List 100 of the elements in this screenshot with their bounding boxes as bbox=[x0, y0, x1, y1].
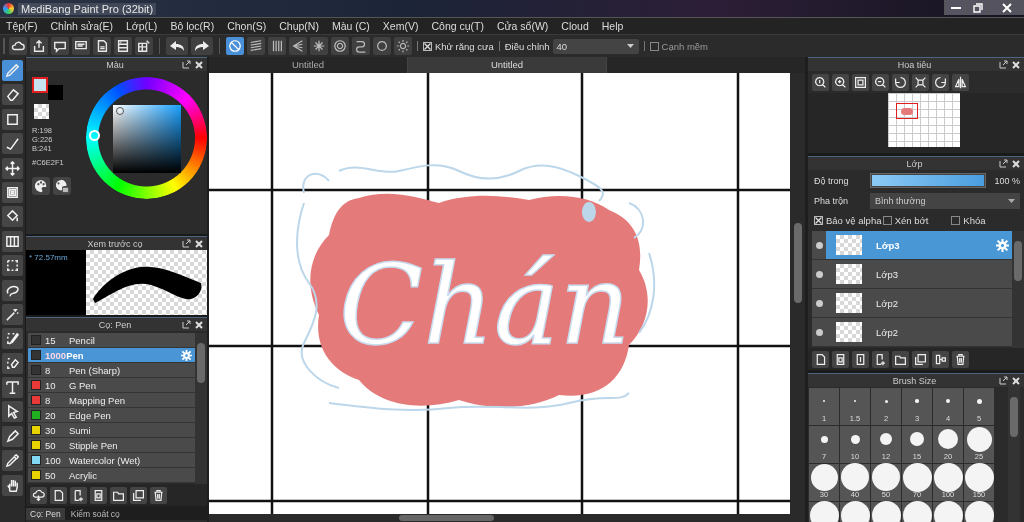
tool-button[interactable] bbox=[2, 474, 23, 496]
view-frame[interactable] bbox=[896, 103, 918, 119]
list-button[interactable] bbox=[114, 37, 132, 55]
close-icon[interactable] bbox=[1012, 376, 1020, 385]
brush-list-item[interactable]: 20 Edge Pen bbox=[28, 408, 195, 423]
tool-button[interactable] bbox=[2, 181, 23, 203]
float-window-icon[interactable] bbox=[182, 60, 191, 69]
brush-list-item[interactable]: 50 Acrylic bbox=[28, 468, 195, 483]
float-window-icon[interactable] bbox=[999, 159, 1008, 168]
tool-button[interactable] bbox=[2, 328, 23, 350]
close-icon[interactable] bbox=[1012, 60, 1020, 69]
snap-button[interactable] bbox=[226, 37, 244, 55]
add-page-button[interactable] bbox=[70, 486, 87, 504]
tool-button[interactable] bbox=[2, 279, 23, 301]
undo-button[interactable] bbox=[166, 37, 188, 55]
menu-item[interactable]: Chụp(N) bbox=[279, 20, 319, 32]
comment-button[interactable] bbox=[72, 37, 90, 55]
snap-button[interactable] bbox=[352, 37, 370, 55]
panel-tab[interactable]: Cọ: Pen bbox=[26, 508, 65, 520]
correction-select[interactable]: 40 bbox=[552, 38, 639, 54]
menu-item[interactable]: Bộ lọc(R) bbox=[170, 20, 215, 32]
new-page-button[interactable] bbox=[812, 350, 829, 368]
settings-icon[interactable] bbox=[181, 349, 192, 361]
folder-button[interactable] bbox=[110, 486, 127, 504]
tool-button[interactable] bbox=[2, 425, 23, 447]
close-icon[interactable] bbox=[195, 60, 203, 69]
brush-list-item[interactable]: 15 Pencil bbox=[28, 333, 195, 348]
settings-icon[interactable] bbox=[996, 238, 1009, 252]
cloud-download-button[interactable] bbox=[30, 486, 47, 504]
fit-frame-button[interactable] bbox=[912, 73, 929, 91]
transparent-color-swatch[interactable] bbox=[34, 104, 49, 119]
visibility-dot-icon[interactable] bbox=[815, 270, 823, 278]
scrollbar[interactable] bbox=[195, 333, 207, 484]
rotate-left-button[interactable] bbox=[892, 73, 909, 91]
visibility-dot-icon[interactable] bbox=[815, 328, 823, 336]
color-marker[interactable] bbox=[115, 107, 124, 115]
layer-item[interactable]: Lớp2 bbox=[812, 318, 1012, 348]
rotate-right-button[interactable] bbox=[932, 73, 949, 91]
page-button[interactable] bbox=[90, 486, 107, 504]
close-icon[interactable] bbox=[195, 320, 203, 329]
layer-item[interactable]: Lớp2 bbox=[812, 289, 1012, 319]
snap-button[interactable] bbox=[373, 37, 391, 55]
tool-button[interactable] bbox=[2, 84, 23, 106]
cloud-button[interactable] bbox=[9, 37, 27, 55]
float-window-icon[interactable] bbox=[182, 320, 191, 329]
trash-button[interactable] bbox=[150, 486, 167, 504]
brush-list-item[interactable]: 100 Watercolor (Wet) bbox=[28, 453, 195, 468]
tool-button[interactable] bbox=[2, 377, 23, 399]
zoom-actual-button[interactable] bbox=[812, 73, 829, 91]
snap-button[interactable] bbox=[289, 37, 307, 55]
share-button[interactable] bbox=[30, 37, 48, 55]
tool-button[interactable] bbox=[2, 352, 23, 374]
snap-button[interactable] bbox=[247, 37, 265, 55]
add-page-button[interactable] bbox=[872, 350, 889, 368]
new-page-button[interactable] bbox=[50, 486, 67, 504]
zoom-out-button[interactable] bbox=[872, 73, 889, 91]
duplicate-button[interactable] bbox=[912, 350, 929, 368]
restore-button[interactable] bbox=[966, 0, 988, 15]
fit-screen-button[interactable] bbox=[852, 73, 869, 91]
zoom-in-button[interactable] bbox=[832, 73, 849, 91]
menu-item[interactable]: Help bbox=[601, 20, 624, 32]
float-window-icon[interactable] bbox=[182, 239, 191, 248]
visibility-dot-icon[interactable] bbox=[815, 241, 823, 249]
panel-tab[interactable]: Kiểm soát cọ bbox=[66, 508, 124, 520]
tool-button[interactable] bbox=[2, 450, 23, 472]
trash-button[interactable] bbox=[952, 350, 969, 368]
tool-button[interactable] bbox=[2, 303, 23, 325]
page-button[interactable] bbox=[93, 37, 111, 55]
menu-item[interactable]: Cửa sổ(W) bbox=[496, 20, 549, 32]
checkbox[interactable] bbox=[882, 216, 892, 225]
layer-item[interactable]: Lớp3 bbox=[812, 260, 1012, 290]
duplicate-button[interactable] bbox=[130, 486, 147, 504]
scrollbar[interactable] bbox=[1008, 387, 1020, 522]
folder-button[interactable] bbox=[892, 350, 909, 368]
saturation-value-square[interactable] bbox=[112, 105, 181, 173]
checkbox[interactable] bbox=[649, 41, 659, 51]
flip-button[interactable] bbox=[952, 73, 969, 91]
snap-button[interactable] bbox=[394, 37, 412, 55]
palette-button[interactable] bbox=[32, 177, 50, 195]
checkbox[interactable] bbox=[951, 216, 961, 225]
tool-button[interactable] bbox=[2, 133, 23, 155]
menu-item[interactable]: Công cụ(T) bbox=[431, 20, 484, 32]
background-color-swatch[interactable] bbox=[48, 85, 63, 100]
tool-button[interactable] bbox=[2, 108, 23, 130]
close-icon[interactable] bbox=[195, 239, 203, 248]
snap-button[interactable] bbox=[331, 37, 349, 55]
menu-item[interactable]: Chỉnh sửa(E) bbox=[50, 20, 113, 32]
palette-settings-button[interactable] bbox=[53, 177, 71, 195]
tool-button[interactable] bbox=[2, 230, 23, 252]
menu-item[interactable]: Màu (C) bbox=[331, 20, 370, 32]
checkbox[interactable] bbox=[814, 216, 823, 225]
hue-marker[interactable] bbox=[88, 130, 100, 141]
snap-button[interactable] bbox=[310, 37, 328, 55]
checkbox[interactable] bbox=[423, 41, 432, 51]
menu-item[interactable]: Lớp(L) bbox=[125, 20, 158, 32]
tool-button[interactable] bbox=[2, 255, 23, 277]
float-window-icon[interactable] bbox=[999, 60, 1008, 69]
menu-item[interactable]: Cloud bbox=[561, 20, 589, 32]
scrollbar[interactable] bbox=[1012, 231, 1024, 348]
visibility-dot-icon[interactable] bbox=[815, 299, 823, 307]
